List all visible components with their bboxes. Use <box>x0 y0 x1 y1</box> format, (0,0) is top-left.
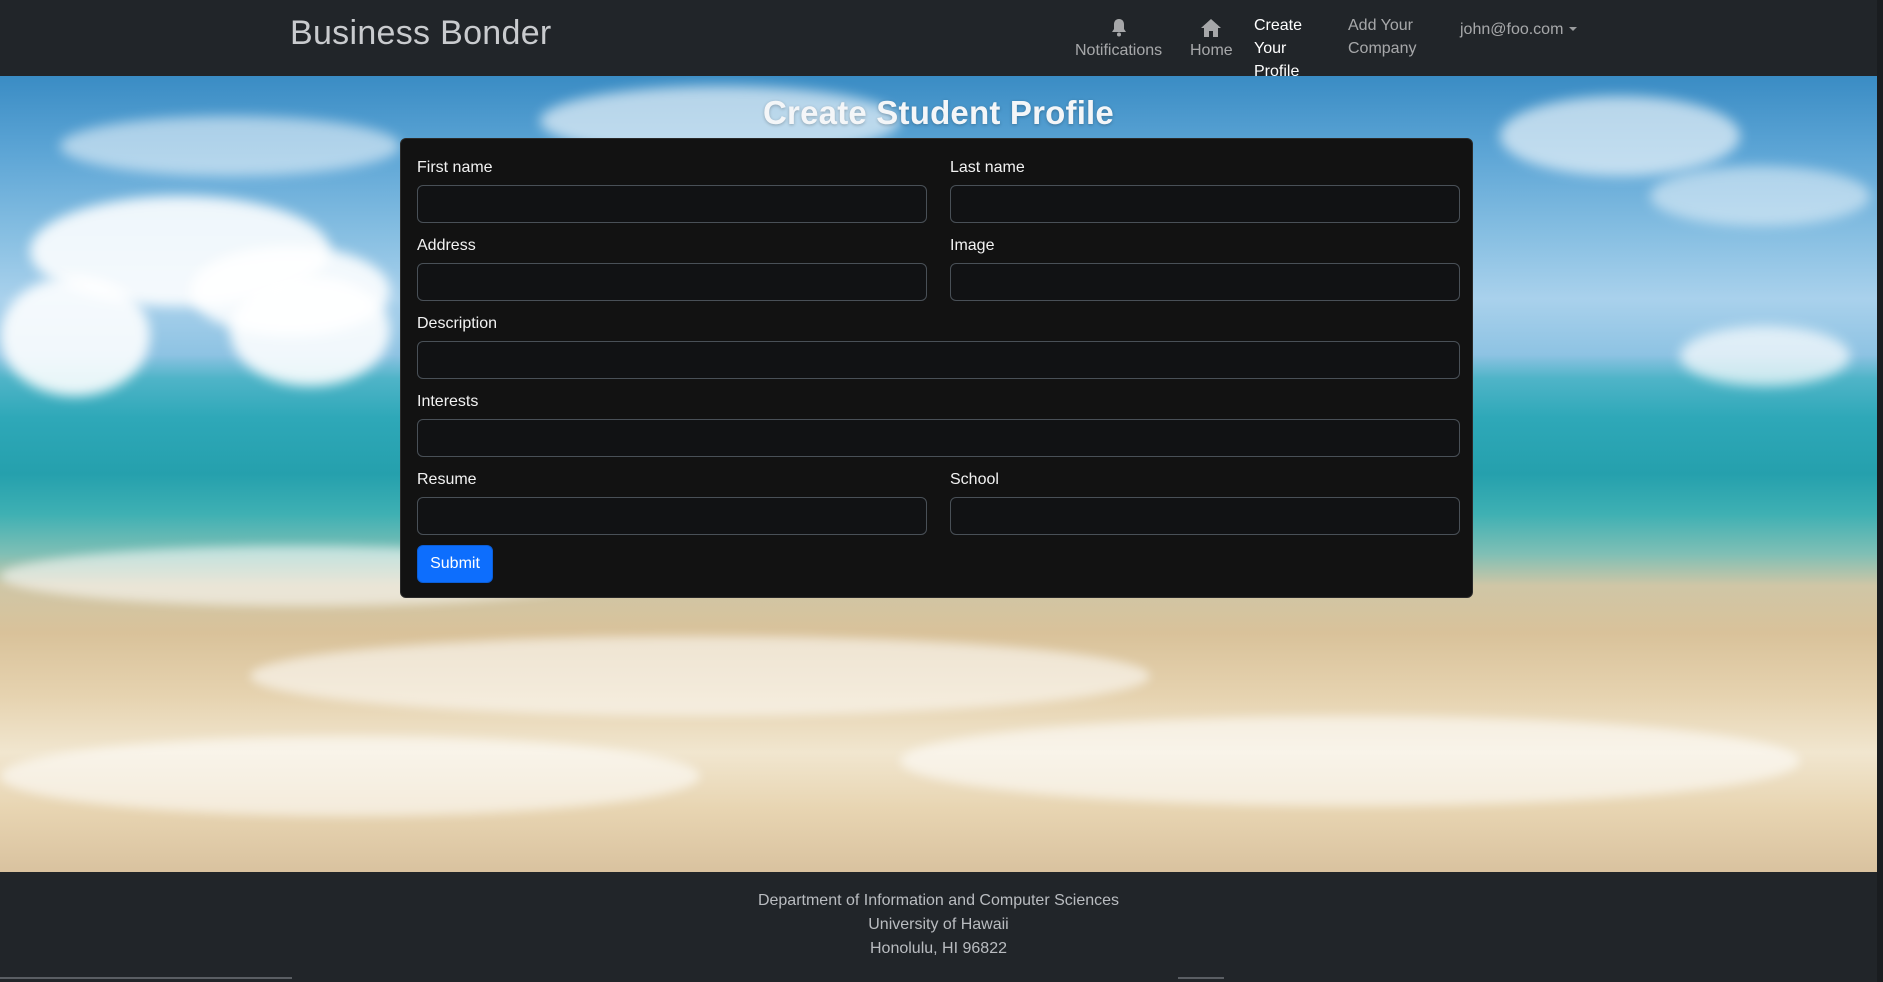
nav-home-label: Home <box>1190 42 1233 59</box>
user-email: john@foo.com <box>1460 21 1564 38</box>
user-dropdown[interactable]: john@foo.com <box>1460 18 1578 41</box>
image-label: Image <box>950 237 995 254</box>
interests-input[interactable] <box>417 419 1460 457</box>
footer-department: Department of Information and Computer S… <box>757 892 1120 909</box>
address-group: Address <box>417 237 927 301</box>
last-name-label: Last name <box>950 159 1025 176</box>
description-label: Description <box>417 315 498 332</box>
last-name-input[interactable] <box>950 185 1460 223</box>
scroll-indicator <box>1178 977 1224 979</box>
nav-notifications[interactable]: Notifications <box>1075 18 1162 62</box>
description-group: Description <box>417 315 1460 379</box>
nav-notifications-label: Notifications <box>1075 42 1163 59</box>
footer-university: University of Hawaii <box>868 916 1009 933</box>
school-group: School <box>950 471 1460 535</box>
vertical-scrollbar[interactable] <box>1877 0 1883 982</box>
navbar: Business Bonder Notifications Home Creat… <box>0 0 1877 80</box>
footer-address: Honolulu, HI 96822 <box>870 940 1007 957</box>
first-name-input[interactable] <box>417 185 927 223</box>
nav-create-profile[interactable]: Create Your Profile <box>1254 14 1336 83</box>
brand-logo[interactable]: Business Bonder <box>290 14 552 53</box>
resume-group: Resume <box>417 471 927 535</box>
school-input[interactable] <box>950 497 1460 535</box>
caret-down-icon <box>1569 27 1578 31</box>
first-name-label: First name <box>417 159 493 176</box>
bell-icon <box>1111 19 1126 37</box>
page-title: Create Student Profile <box>763 94 1114 131</box>
school-label: School <box>950 471 999 488</box>
image-group: Image <box>950 237 1460 301</box>
submit-button[interactable]: Submit <box>417 545 493 583</box>
last-name-group: Last name <box>950 159 1460 223</box>
footer: Department of Information and Computer S… <box>0 872 1877 982</box>
address-label: Address <box>417 237 476 254</box>
address-input[interactable] <box>417 263 927 301</box>
interests-group: Interests <box>417 393 1460 457</box>
resume-label: Resume <box>417 471 477 488</box>
home-icon <box>1201 19 1222 37</box>
interests-label: Interests <box>417 393 479 410</box>
nav-home[interactable]: Home <box>1190 18 1233 62</box>
nav-add-company[interactable]: Add Your Company <box>1348 14 1430 60</box>
student-profile-form: First name Last name Address Image Descr… <box>400 138 1473 598</box>
resume-input[interactable] <box>417 497 927 535</box>
horizontal-scrollbar[interactable] <box>0 977 292 979</box>
first-name-group: First name <box>417 159 927 223</box>
image-input[interactable] <box>950 263 1460 301</box>
description-input[interactable] <box>417 341 1460 379</box>
